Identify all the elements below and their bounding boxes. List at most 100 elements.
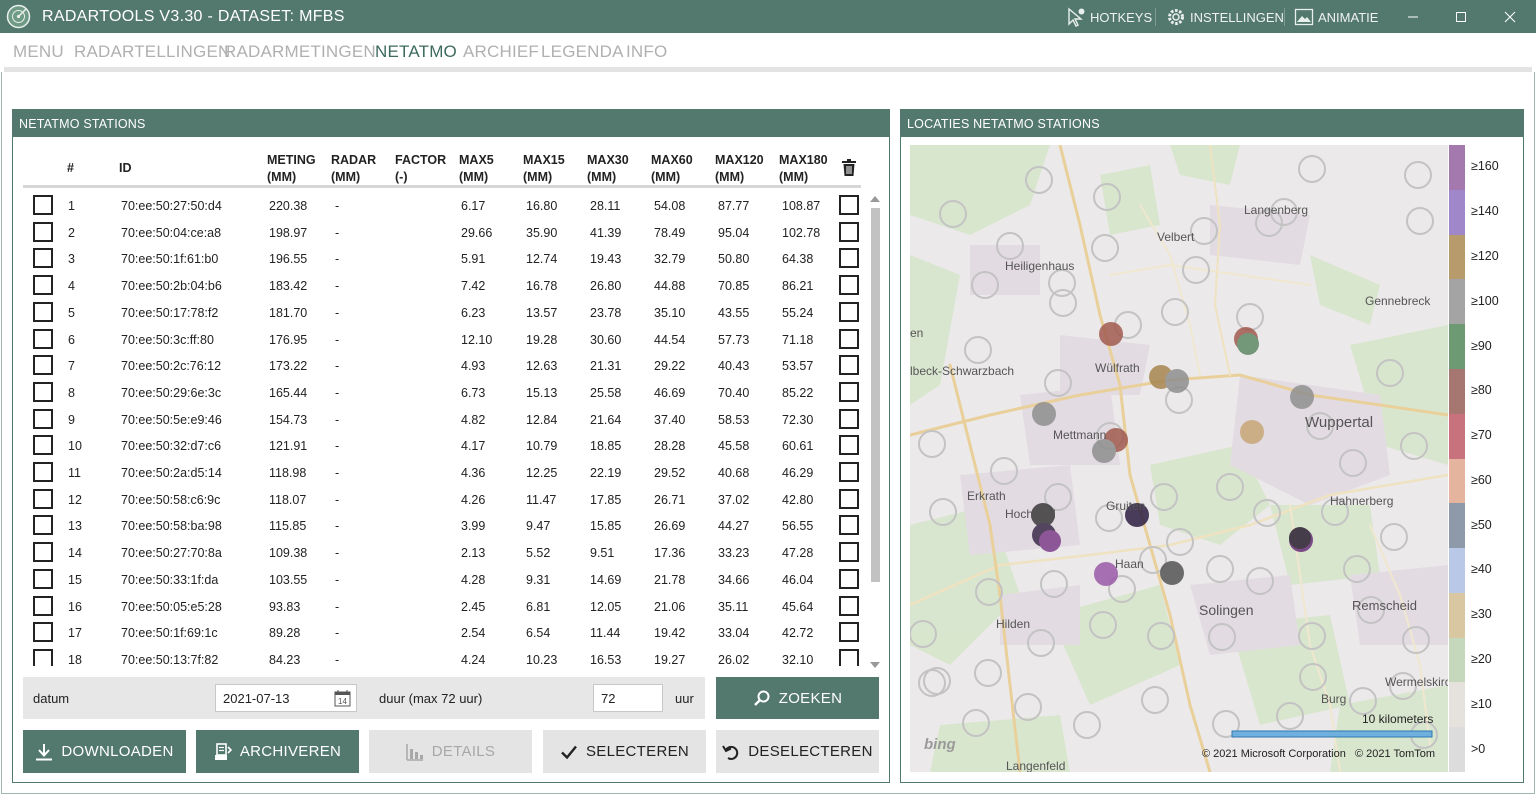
search-button[interactable]: ZOEKEN xyxy=(716,677,879,719)
table-row[interactable]: 16 70:ee:50:05:e5:28 93.83 - 2.45 6.81 12.05 21… xyxy=(23,593,861,620)
row-select-checkbox[interactable] xyxy=(33,568,53,589)
place-label: Wermelskirc xyxy=(1385,675,1448,689)
row-select-checkbox[interactable] xyxy=(33,195,53,215)
row-select-checkbox[interactable] xyxy=(33,328,53,349)
max5-value: 4.93 xyxy=(461,359,486,374)
stations-map[interactable]: Heiligenhaus Velbert Langenberg Gennebre… xyxy=(910,145,1448,772)
row-delete-checkbox[interactable] xyxy=(839,648,859,666)
table-row[interactable]: 11 70:ee:50:2a:d5:14 118.98 - 4.36 12.25 22.19… xyxy=(23,459,861,486)
row-delete-checkbox[interactable] xyxy=(839,622,859,643)
duration-input[interactable]: 72 xyxy=(593,684,663,712)
legend-label: ≥90 xyxy=(1471,338,1492,353)
archive-button[interactable]: ARCHIVEREN xyxy=(196,730,359,773)
legend-swatch xyxy=(1449,324,1465,370)
scroll-down-arrow-icon[interactable] xyxy=(870,662,880,668)
row-select-checkbox[interactable] xyxy=(33,221,53,242)
maximize-button[interactable] xyxy=(1438,0,1484,33)
legend-label: ≥60 xyxy=(1471,472,1492,487)
table-row[interactable]: 10 70:ee:50:32:d7:c6 121.91 - 4.17 10.79 18.85… xyxy=(23,432,861,459)
minimize-button[interactable] xyxy=(1390,0,1436,33)
download-button[interactable]: DOWNLOADEN xyxy=(23,730,186,773)
row-delete-checkbox[interactable] xyxy=(839,275,859,296)
menu-item-archief[interactable]: ARCHIEF xyxy=(463,42,539,62)
table-row[interactable]: 18 70:ee:50:13:7f:82 84.23 - 4.24 10.23 16.53 1… xyxy=(23,646,861,666)
date-picker[interactable]: 2021-07-13 14 xyxy=(215,684,357,712)
close-icon xyxy=(1504,11,1516,22)
menu-item-radartellingen[interactable]: RADARTELLINGEN xyxy=(74,42,230,62)
row-delete-checkbox[interactable] xyxy=(839,248,859,269)
table-row[interactable]: 5 70:ee:50:17:78:f2 181.70 - 6.23 13.57 23.78 3… xyxy=(23,299,861,326)
close-button[interactable] xyxy=(1487,0,1533,33)
table-row[interactable]: 17 70:ee:50:1f:69:1c 89.28 - 2.54 6.54 11.44 19… xyxy=(23,619,861,646)
row-select-checkbox[interactable] xyxy=(33,355,53,376)
table-row[interactable]: 12 70:ee:50:58:c6:9c 118.07 - 4.26 11.47 17.85… xyxy=(23,486,861,513)
table-row[interactable]: 13 70:ee:50:58:ba:98 115.85 - 3.99 9.47 15.85 2… xyxy=(23,512,861,539)
row-select-checkbox[interactable] xyxy=(33,648,53,666)
row-delete-checkbox[interactable] xyxy=(839,515,859,536)
menu-item-radarmetingen[interactable]: RADARMETINGEN xyxy=(224,42,376,62)
table-row[interactable]: 7 70:ee:50:2c:76:12 173.22 - 4.93 12.63 21.31 2… xyxy=(23,352,861,379)
table-row[interactable]: 4 70:ee:50:2b:04:b6 183.42 - 7.42 16.78 26.80 4… xyxy=(23,272,861,299)
row-delete-checkbox[interactable] xyxy=(839,595,859,616)
row-delete-checkbox[interactable] xyxy=(839,408,859,429)
animation-button[interactable]: ANIMATIE xyxy=(1294,6,1378,28)
deselect-button[interactable]: DESELECTEREN xyxy=(716,730,879,773)
table-row[interactable]: 15 70:ee:50:33:1f:da 103.55 - 4.28 9.31 14.69 2… xyxy=(23,566,861,593)
row-delete-checkbox[interactable] xyxy=(839,435,859,456)
menu-item-info[interactable]: INFO xyxy=(626,42,667,62)
calendar-icon[interactable]: 14 xyxy=(334,689,351,707)
row-select-checkbox[interactable] xyxy=(33,488,53,509)
row-delete-checkbox[interactable] xyxy=(839,355,859,376)
row-select-checkbox[interactable] xyxy=(33,381,53,402)
meting-value: 154.73 xyxy=(269,412,308,427)
scroll-up-arrow-icon[interactable] xyxy=(870,196,880,202)
scroll-thumb[interactable] xyxy=(871,208,880,582)
table-row[interactable]: 9 70:ee:50:5e:e9:46 154.73 - 4.82 12.84 21.64 3… xyxy=(23,406,861,433)
table-row[interactable]: 1 70:ee:50:27:50:d4 220.38 - 6.17 16.80 28.11 5… xyxy=(23,192,861,219)
row-select-checkbox[interactable] xyxy=(33,595,53,616)
row-delete-checkbox[interactable] xyxy=(839,568,859,589)
row-delete-checkbox[interactable] xyxy=(839,542,859,563)
row-select-checkbox[interactable] xyxy=(33,435,53,456)
row-delete-checkbox[interactable] xyxy=(839,488,859,509)
row-delete-checkbox[interactable] xyxy=(839,195,859,215)
max5-value: 4.26 xyxy=(461,492,486,507)
settings-button[interactable]: INSTELLINGEN xyxy=(1166,6,1284,28)
row-select-checkbox[interactable] xyxy=(33,622,53,643)
table-scrollbar[interactable] xyxy=(868,194,881,668)
row-select-checkbox[interactable] xyxy=(33,248,53,269)
max15-value: 10.23 xyxy=(526,652,558,666)
details-button[interactable]: DETAILS xyxy=(369,730,532,773)
table-row[interactable]: 3 70:ee:50:1f:61:b0 196.55 - 5.91 12.74 19.43 3… xyxy=(23,245,861,272)
table-row[interactable]: 2 70:ee:50:04:ce:a8 198.97 - 29.66 35.90 41.39… xyxy=(23,219,861,246)
hotkeys-button[interactable]: HOTKEYS xyxy=(1066,6,1152,28)
row-select-checkbox[interactable] xyxy=(33,301,53,322)
menu-item-menu[interactable]: MENU xyxy=(13,42,64,62)
row-select-checkbox[interactable] xyxy=(33,542,53,563)
max30-value: 18.85 xyxy=(590,439,622,454)
legend-swatch xyxy=(1449,234,1465,280)
table-row[interactable]: 6 70:ee:50:3c:ff:80 176.95 - 12.10 19.28 30.60… xyxy=(23,326,861,353)
row-delete-checkbox[interactable] xyxy=(839,328,859,349)
table-row[interactable]: 8 70:ee:50:29:6e:3c 165.44 - 6.73 15.13 25.58 4… xyxy=(23,379,861,406)
station-id: 70:ee:50:1f:69:1c xyxy=(121,626,218,641)
row-delete-checkbox[interactable] xyxy=(839,221,859,242)
scale-label: 10 kilometers xyxy=(1362,712,1434,726)
trash-icon[interactable] xyxy=(841,159,857,177)
radar-value: - xyxy=(335,252,340,267)
table-row[interactable]: 14 70:ee:50:27:70:8a 109.38 - 2.13 5.52 9.51 17… xyxy=(23,539,861,566)
column-header-max60: MAX60 (MM) xyxy=(651,153,693,184)
row-select-checkbox[interactable] xyxy=(33,408,53,429)
row-select-checkbox[interactable] xyxy=(33,462,53,482)
menu-item-legenda[interactable]: LEGENDA xyxy=(541,42,624,62)
row-delete-checkbox[interactable] xyxy=(839,381,859,402)
row-select-checkbox[interactable] xyxy=(33,515,53,536)
select-button[interactable]: SELECTEREN xyxy=(543,730,706,773)
max30-value: 19.43 xyxy=(590,252,622,267)
meting-value: 118.98 xyxy=(269,466,307,480)
row-delete-checkbox[interactable] xyxy=(839,462,859,482)
row-delete-checkbox[interactable] xyxy=(839,301,859,322)
row-select-checkbox[interactable] xyxy=(33,275,53,296)
radar-value: - xyxy=(335,385,340,400)
menu-item-netatmo[interactable]: NETATMO xyxy=(375,42,457,62)
